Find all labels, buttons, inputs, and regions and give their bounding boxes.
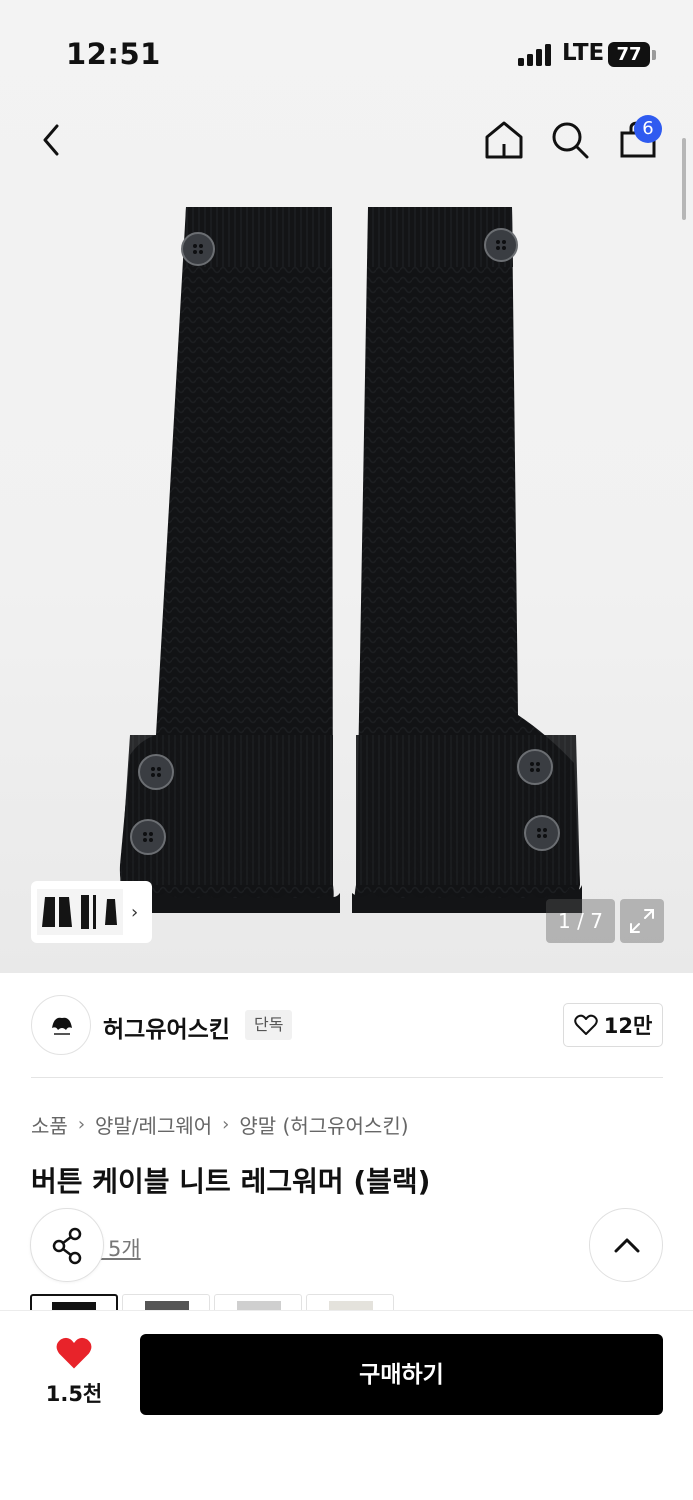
network-label: LTE [562,40,605,66]
color-chip[interactable] [306,1294,394,1310]
heart-outline-icon [573,1014,598,1035]
product-image[interactable] [100,195,600,925]
battery-icon: 77 [608,42,650,67]
share-button[interactable] [30,1208,104,1282]
brand-like-count: 12만 [603,1014,653,1038]
share-icon [52,1227,82,1265]
chevron-up-icon [614,1238,640,1253]
brand-logo[interactable] [31,995,91,1055]
breadcrumb-item[interactable]: 소품 [31,1110,68,1139]
top-nav [0,100,693,180]
breadcrumb-item[interactable]: 양말/레그웨어 [95,1110,212,1139]
wish-count: 1.5천 [45,1382,103,1406]
breadcrumb-item[interactable]: 양말 (허그유어스킨) [239,1110,408,1139]
product-hero: 12:51 LTE 77 6 › 1 / 7 [0,0,693,973]
product-title: 버튼 케이블 니트 레그워머 (블랙) [31,1165,431,1198]
scroll-top-button[interactable] [589,1208,663,1282]
status-bar: 12:51 LTE 77 [0,0,693,100]
status-time: 12:51 [66,37,161,71]
color-chip[interactable] [30,1294,118,1310]
back-icon[interactable] [30,118,74,162]
color-chip[interactable] [122,1294,210,1310]
cart-count-badge: 6 [634,115,662,143]
chevron-right-icon: › [77,1114,86,1135]
image-counter: 1 / 7 [546,899,615,943]
brand-name[interactable]: 허그유어스킨 [103,1010,230,1044]
chevron-right-icon: › [222,1114,230,1135]
battery-cap [652,50,656,60]
scroll-indicator [682,138,686,220]
divider [31,1077,663,1078]
chevron-right-icon: › [131,901,139,923]
home-icon[interactable] [482,118,526,162]
thumbnail-strip[interactable]: › [31,881,152,943]
expand-icon[interactable] [620,899,664,943]
breadcrumb: 소품 › 양말/레그웨어 › 양말 (허그유어스킨) [31,1110,409,1139]
signal-icon [518,44,554,66]
heart-filled-icon [56,1337,92,1369]
thumbnail-image[interactable] [37,889,123,935]
brand-like-button[interactable]: 12만 [563,1003,663,1047]
wish-button[interactable]: 1.5천 [40,1336,108,1408]
color-options [30,1294,400,1310]
search-icon[interactable] [548,118,592,162]
color-chip[interactable] [214,1294,302,1310]
buy-button[interactable]: 구매하기 [140,1334,663,1415]
exclusive-badge: 단독 [245,1010,293,1040]
